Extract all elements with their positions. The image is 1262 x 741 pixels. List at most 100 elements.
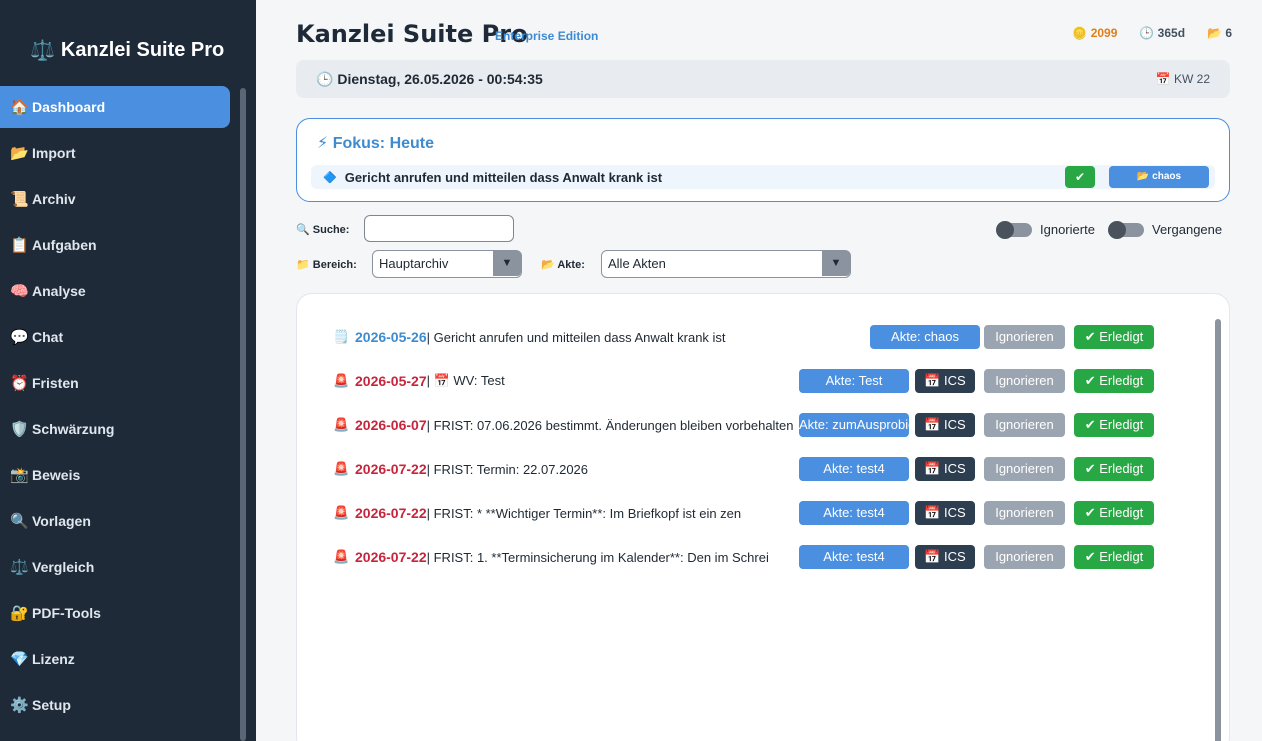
akte-label-text: Akte: [557, 259, 585, 271]
sidebar-item-vergleich[interactable]: ⚖️ Vergleich [0, 546, 230, 588]
task-row: 🚨 2026-07-22 | FRIST: * **Wichtiger Termin… [333, 501, 1195, 525]
bereich-select[interactable]: Hauptarchiv ▼ [372, 250, 522, 278]
sidebar-item-lizenz[interactable]: 💎 Lizenz [0, 638, 230, 680]
sidebar-item-icon: 🛡️ [10, 421, 29, 438]
files-value: 6 [1225, 26, 1232, 40]
focus-done-button[interactable]: ✔ [1065, 166, 1095, 188]
sidebar-item-analyse[interactable]: 🧠 Analyse [0, 270, 230, 312]
sidebar-item-icon: 📂 [10, 145, 29, 162]
sidebar-item-schw-rzung[interactable]: 🛡️ Schwärzung [0, 408, 230, 450]
sidebar-item-setup[interactable]: ⚙️ Setup [0, 684, 230, 726]
alarm-icon: 🚨 [333, 373, 350, 388]
done-button[interactable]: ✔ Erledigt [1074, 457, 1154, 481]
chevron-down-icon[interactable]: ▼ [493, 251, 521, 276]
focus-task-row: 🔷 Gericht anrufen und mitteilen dass Anw… [311, 165, 1215, 189]
sidebar-item-label: Vergleich [32, 559, 95, 575]
sidebar-item-label: Setup [32, 697, 71, 713]
scales-icon: ⚖️ [30, 40, 55, 62]
brand: ⚖️ Kanzlei Suite Pro [30, 38, 224, 63]
alarm-icon: 🚨 [333, 549, 350, 564]
sidebar-item-icon: ⚖️ [10, 559, 29, 576]
task-date: 2026-05-26 [355, 329, 427, 345]
calendar-icon: 📅 [1155, 72, 1171, 86]
ics-button[interactable]: 📅 ICS [915, 413, 975, 437]
search-input[interactable] [364, 215, 514, 242]
akte-button[interactable]: Akte: Test [799, 369, 909, 393]
sidebar-item-icon: 💬 [10, 329, 29, 346]
done-button[interactable]: ✔ Erledigt [1074, 501, 1154, 525]
ignore-button[interactable]: Ignorieren [984, 369, 1065, 393]
stats-bar: 🪙 2099 🕒 365d 📂 6 [1072, 26, 1232, 40]
focus-akte-button[interactable]: 📂 chaos [1109, 166, 1209, 188]
ignore-button[interactable]: Ignorieren [984, 413, 1065, 437]
done-button[interactable]: ✔ Erledigt [1074, 545, 1154, 569]
sidebar-item-vorlagen[interactable]: 🔍 Vorlagen [0, 500, 230, 542]
toggle-past-switch[interactable] [1108, 220, 1144, 239]
ignore-button[interactable]: Ignorieren [984, 457, 1065, 481]
akte-button[interactable]: Akte: test4 [799, 457, 909, 481]
ignore-button[interactable]: Ignorieren [984, 325, 1065, 349]
task-description: | FRIST: Termin: 22.07.2026 [426, 461, 589, 477]
task-row: 🚨 2026-07-22 | FRIST: 1. **Terminsicherung… [333, 545, 1195, 569]
chevron-down-icon[interactable]: ▼ [822, 251, 850, 276]
task-row: 🚨 2026-07-22 | FRIST: Termin: 22.07.2026 Ak… [333, 457, 1195, 481]
sidebar-item-aufgaben[interactable]: 📋 Aufgaben [0, 224, 230, 266]
akte-value: Alle Akten [608, 256, 666, 271]
sidebar-item-icon: 💎 [10, 651, 29, 668]
sidebar-item-icon: 📸 [10, 467, 29, 484]
sidebar-nav: 🏠 Dashboard 📂 Import 📜 Archiv 📋 Aufgaben 🧠 Analys… [0, 86, 236, 730]
sidebar-item-label: Beweis [32, 467, 81, 483]
lightning-icon: ⚡ [317, 135, 329, 152]
date-bar: 🕒 Dienstag, 26.05.2026 - 00:54:35 📅 KW 2… [296, 60, 1230, 98]
akte-select[interactable]: Alle Akten ▼ [601, 250, 851, 278]
done-button[interactable]: ✔ Erledigt [1074, 325, 1154, 349]
akte-label: 📂 Akte: [541, 259, 585, 271]
ics-button[interactable]: 📅 ICS [915, 457, 975, 481]
task-description: | FRIST: 1. **Terminsicherung im Kalende… [426, 549, 769, 565]
ics-button[interactable]: 📅 ICS [915, 501, 975, 525]
akte-button[interactable]: Akte: chaos [870, 325, 980, 349]
sidebar-item-beweis[interactable]: 📸 Beweis [0, 454, 230, 496]
sidebar-item-label: Dashboard [32, 99, 106, 115]
sidebar-item-label: PDF-Tools [32, 605, 101, 621]
sidebar-item-archiv[interactable]: 📜 Archiv [0, 178, 230, 220]
bereich-label: 📁 Bereich: [296, 259, 357, 271]
sidebar-item-dashboard[interactable]: 🏠 Dashboard [0, 86, 230, 128]
toggle-ignored[interactable]: Ignorierte [996, 220, 1095, 239]
sidebar-item-icon: ⚙️ [10, 697, 29, 714]
week-text: KW 22 [1173, 72, 1210, 86]
main-content: Kanzlei Suite Pro Enterprise Edition 🪙 2… [256, 0, 1262, 741]
toggle-past[interactable]: Vergangene [1108, 220, 1222, 239]
ignore-button[interactable]: Ignorieren [984, 545, 1065, 569]
ignore-button[interactable]: Ignorieren [984, 501, 1065, 525]
sidebar-item-label: Analyse [32, 283, 86, 299]
akte-button[interactable]: Akte: zumAusprobieren [799, 413, 909, 437]
done-button[interactable]: ✔ Erledigt [1074, 369, 1154, 393]
sidebar-scrollbar[interactable] [240, 88, 246, 741]
sidebar-item-icon: 📋 [10, 237, 29, 254]
sidebar-item-import[interactable]: 📂 Import [0, 132, 230, 174]
done-button[interactable]: ✔ Erledigt [1074, 413, 1154, 437]
sidebar-item-icon: 🏠 [10, 99, 29, 116]
akte-button[interactable]: Akte: test4 [799, 545, 909, 569]
ics-button[interactable]: 📅 ICS [915, 545, 975, 569]
sidebar-item-icon: ⏰ [10, 375, 29, 392]
toggle-ignored-switch[interactable] [996, 220, 1032, 239]
sidebar-item-fristen[interactable]: ⏰ Fristen [0, 362, 230, 404]
sidebar-item-label: Lizenz [32, 651, 75, 667]
coins-stat: 🪙 2099 [1072, 26, 1118, 40]
brand-name: Kanzlei Suite Pro [60, 39, 225, 61]
sidebar-item-label: Fristen [32, 375, 79, 391]
sidebar-item-pdf-tools[interactable]: 🔐 PDF-Tools [0, 592, 230, 634]
sidebar-item-label: Vorlagen [32, 513, 91, 529]
search-label: 🔍 Suche: [296, 224, 350, 236]
focus-akte-label: chaos [1152, 171, 1182, 182]
task-list-scrollbar[interactable] [1215, 319, 1221, 741]
sidebar-item-chat[interactable]: 💬 Chat [0, 316, 230, 358]
focus-task-text: Gericht anrufen und mitteilen dass Anwal… [344, 169, 663, 185]
task-date: 2026-07-22 [355, 461, 427, 477]
current-datetime: 🕒 Dienstag, 26.05.2026 - 00:54:35 [316, 71, 543, 88]
ics-button[interactable]: 📅 ICS [915, 369, 975, 393]
task-date: 2026-07-22 [355, 505, 427, 521]
akte-button[interactable]: Akte: test4 [799, 501, 909, 525]
